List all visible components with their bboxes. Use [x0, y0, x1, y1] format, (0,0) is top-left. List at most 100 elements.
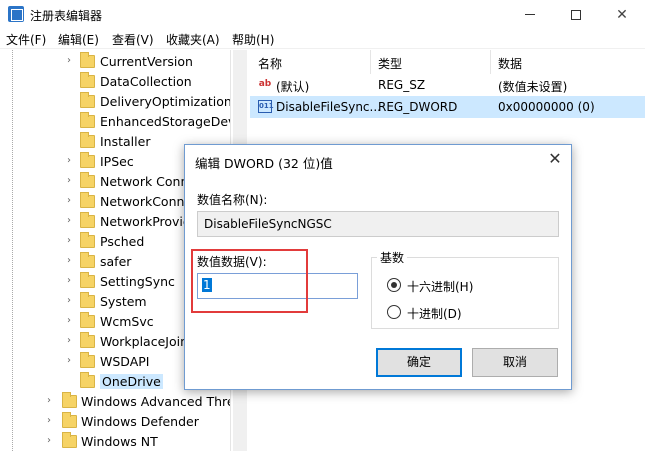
menu-help[interactable]: 帮助(H): [232, 31, 274, 48]
tree-item-label: SettingSync: [100, 274, 175, 289]
tree-item-label: Windows NT: [81, 434, 158, 449]
chevron-right-icon[interactable]: ›: [44, 395, 54, 406]
value-type: REG_SZ: [378, 78, 426, 92]
folder-icon: [80, 352, 95, 368]
folder-icon: [80, 252, 95, 268]
tree-item[interactable]: › Windows Advanced Threa: [0, 392, 230, 412]
folder-icon: [80, 292, 95, 308]
hex-radio-label[interactable]: 十六进制(H): [407, 278, 473, 295]
value-name-field: DisableFileSyncNGSC: [197, 211, 559, 237]
hex-radio[interactable]: [387, 278, 401, 292]
tree-item-label: Psched: [100, 234, 145, 249]
tree-item-label: WorkplaceJoin: [100, 334, 189, 349]
folder-icon: [80, 212, 95, 228]
close-button[interactable]: ✕: [599, 0, 645, 29]
annotation-highlight-box: [191, 249, 308, 313]
value-data: (数值未设置): [498, 80, 568, 94]
chevron-right-icon[interactable]: ›: [44, 435, 54, 446]
close-icon: ✕: [548, 149, 562, 168]
tree-item-label: WSDAPI: [100, 354, 150, 369]
tree-item-label: IPSec: [100, 154, 134, 169]
column-data-header[interactable]: 数据: [498, 55, 522, 72]
tree-item[interactable]: › CurrentVersion: [0, 52, 230, 72]
tree-item-label: NetworkProvid: [100, 214, 191, 229]
dialog-title: 编辑 DWORD (32 位)值: [195, 156, 333, 171]
maximize-button[interactable]: [553, 0, 599, 29]
tree-item-label: safer: [100, 254, 132, 269]
column-divider[interactable]: [490, 50, 491, 74]
chevron-right-icon[interactable]: ›: [64, 275, 74, 286]
folder-icon: [80, 152, 95, 168]
tree-item-label: Windows Defender: [81, 414, 199, 429]
cancel-button[interactable]: 取消: [472, 348, 558, 377]
minimize-button[interactable]: [507, 0, 553, 29]
chevron-right-icon[interactable]: ›: [64, 55, 74, 66]
tree-item[interactable]: DataCollection: [0, 72, 230, 92]
chevron-right-icon[interactable]: ›: [64, 335, 74, 346]
folder-icon: [80, 272, 95, 288]
menu-file[interactable]: 文件(F): [6, 31, 46, 48]
dword-value-icon: 011: [258, 100, 274, 113]
chevron-right-icon[interactable]: ›: [64, 155, 74, 166]
column-type-header[interactable]: 类型: [378, 55, 402, 72]
list-row[interactable]: 011 DisableFileSync... REG_DWORD 0x00000…: [250, 96, 645, 118]
tree-item-label: Windows Advanced Threa: [81, 394, 230, 409]
tree-item[interactable]: › Windows NT: [0, 432, 230, 451]
tree-item-label: Installer: [100, 134, 151, 149]
tree-item[interactable]: EnhancedStorageDevi: [0, 112, 230, 132]
chevron-right-icon[interactable]: ›: [44, 415, 54, 426]
decimal-radio-label[interactable]: 十进制(D): [407, 305, 462, 322]
tree-item-label: OneDrive: [100, 374, 163, 389]
dialog-close-button[interactable]: ✕: [545, 149, 565, 169]
column-divider[interactable]: [370, 50, 371, 74]
value-type: REG_DWORD: [378, 100, 458, 114]
chevron-right-icon[interactable]: ›: [64, 195, 74, 206]
folder-icon: [80, 372, 95, 388]
column-name-header[interactable]: 名称: [258, 55, 282, 72]
menu-view[interactable]: 查看(V): [112, 31, 154, 48]
folder-icon: [80, 332, 95, 348]
tree-item-label: DeliveryOptimization: [100, 94, 230, 109]
base-label: 基数: [377, 249, 408, 266]
maximize-icon: [571, 9, 581, 20]
close-icon: ✕: [616, 6, 628, 23]
folder-icon: [80, 112, 95, 128]
tree-item[interactable]: › Windows Defender: [0, 412, 230, 432]
chevron-right-icon[interactable]: ›: [64, 175, 74, 186]
folder-icon: [62, 432, 77, 448]
ok-button[interactable]: 确定: [376, 348, 462, 377]
list-header: 名称 类型 数据: [250, 50, 645, 74]
chevron-right-icon[interactable]: ›: [64, 315, 74, 326]
tree-item[interactable]: DeliveryOptimization: [0, 92, 230, 112]
chevron-right-icon[interactable]: ›: [64, 215, 74, 226]
folder-icon: [80, 172, 95, 188]
chevron-right-icon[interactable]: ›: [64, 295, 74, 306]
chevron-right-icon[interactable]: ›: [64, 255, 74, 266]
folder-icon: [80, 232, 95, 248]
folder-icon: [80, 92, 95, 108]
tree-item-label: Network Conn: [100, 174, 189, 189]
folder-icon: [80, 192, 95, 208]
folder-icon: [80, 52, 95, 68]
folder-icon: [80, 312, 95, 328]
decimal-radio[interactable]: [387, 305, 401, 319]
menu-bar: 文件(F) 编辑(E) 查看(V) 收藏夹(A) 帮助(H): [0, 29, 645, 49]
tree-item-label: EnhancedStorageDevi: [100, 114, 230, 129]
chevron-right-icon[interactable]: ›: [64, 355, 74, 366]
menu-edit[interactable]: 编辑(E): [58, 31, 99, 48]
minimize-icon: [525, 14, 535, 15]
value-data: 0x00000000 (0): [498, 100, 595, 114]
folder-icon: [80, 72, 95, 88]
value-name-label: 数值名称(N):: [197, 193, 268, 207]
title-bar: 注册表编辑器 ✕: [0, 0, 645, 29]
list-row[interactable]: ab (默认) REG_SZ (数值未设置): [250, 74, 645, 96]
value-name: (默认): [276, 80, 310, 94]
folder-icon: [62, 412, 77, 428]
chevron-right-icon[interactable]: ›: [64, 235, 74, 246]
tree-item-label: WcmSvc: [100, 314, 154, 329]
menu-favorites[interactable]: 收藏夹(A): [166, 31, 220, 48]
folder-icon: [80, 132, 95, 148]
tree-item-label: System: [100, 294, 147, 309]
folder-icon: [62, 392, 77, 408]
string-value-icon: ab: [258, 79, 272, 89]
